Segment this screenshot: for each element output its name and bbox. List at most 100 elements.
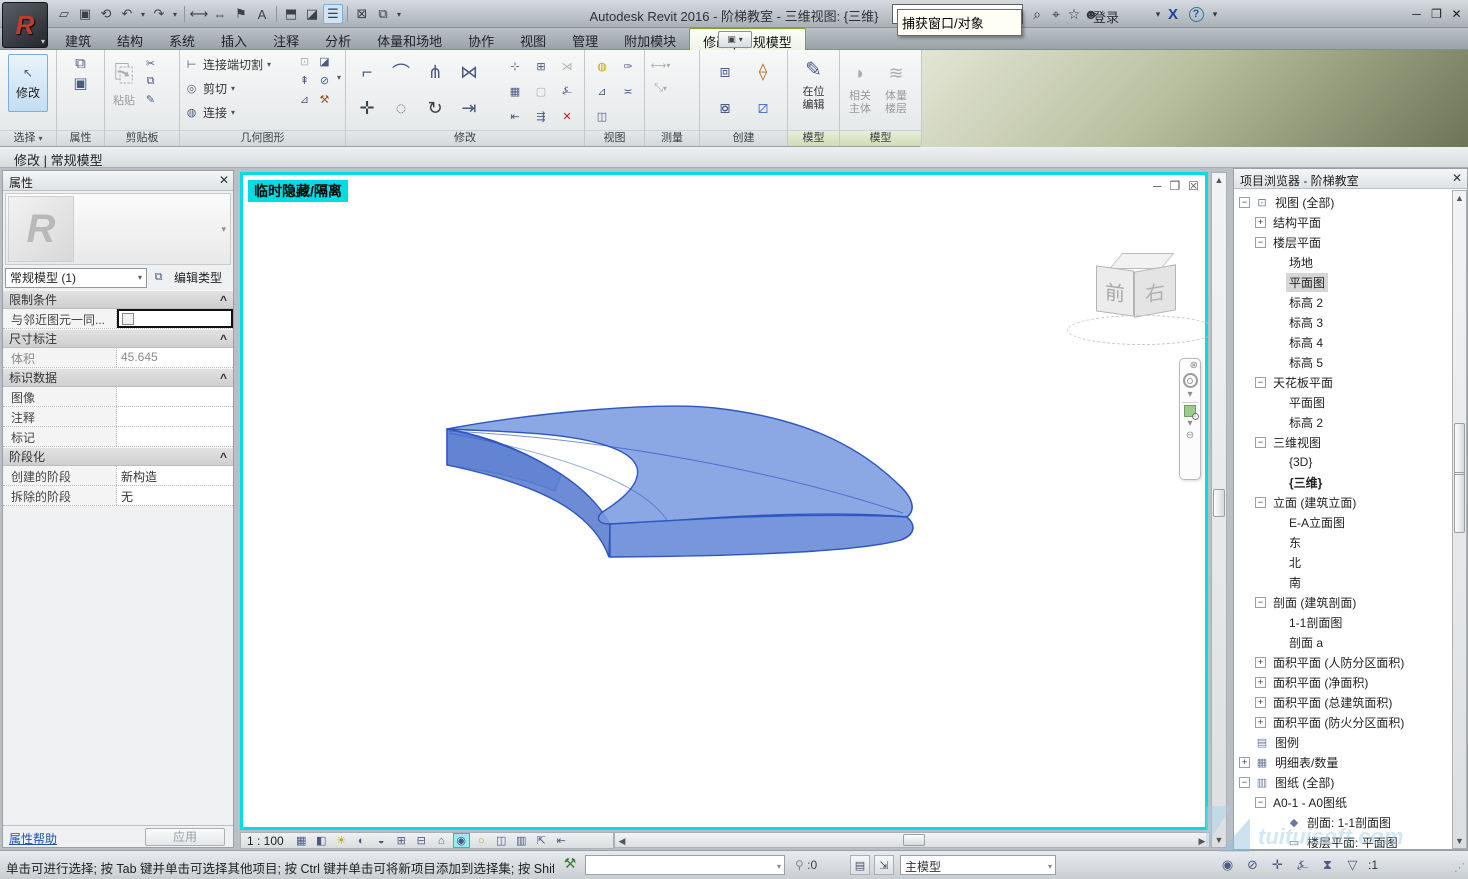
tree-item[interactable]: 标高 2 xyxy=(1235,412,1451,432)
tree-item-label[interactable]: 标高 3 xyxy=(1286,313,1326,332)
resize-grip[interactable]: ⋰ xyxy=(1454,861,1466,874)
tab-0[interactable]: 建筑 xyxy=(52,28,104,50)
mirror-pick-axis-icon[interactable]: ⋔ xyxy=(419,56,451,88)
collapse-icon[interactable]: − xyxy=(1255,497,1266,508)
trim-extend-icon[interactable]: ⇥ xyxy=(453,92,485,124)
tree-item[interactable]: 平面图 xyxy=(1235,272,1451,292)
delete-icon[interactable]: ✕ xyxy=(560,109,575,124)
tree-item-label[interactable]: 面积平面 (总建筑面积) xyxy=(1270,693,1395,712)
tree-item-label[interactable]: 剖面 (建筑剖面) xyxy=(1270,593,1359,612)
viewcube-front-face[interactable]: 前 xyxy=(1096,265,1134,316)
properties-help-link[interactable]: 属性帮助 xyxy=(9,830,57,847)
tab-5[interactable]: 分析 xyxy=(312,28,364,50)
tree-item-label[interactable]: 南 xyxy=(1286,573,1304,592)
view-scale-button[interactable]: 1 : 100 xyxy=(247,834,284,848)
rotate-icon[interactable]: ↻ xyxy=(419,92,451,124)
detail-level-icon[interactable]: ▦ xyxy=(293,833,310,848)
properties-palette-icon[interactable]: ⧉ xyxy=(73,55,89,71)
collapse-icon[interactable]: − xyxy=(1255,237,1266,248)
section-header-3[interactable]: 阶段化^ xyxy=(3,447,233,466)
sync-icon[interactable]: ⟲ xyxy=(96,4,116,24)
create-similar-icon[interactable]: ⟠ xyxy=(747,56,779,88)
active-workset-dropdown[interactable]: ▾ xyxy=(585,855,785,875)
tab-6[interactable]: 体量和场地 xyxy=(364,28,455,50)
paste-button[interactable]: ⎘ 粘贴 xyxy=(105,54,143,108)
move-icon[interactable]: ✛ xyxy=(351,92,383,124)
copy-element-icon[interactable]: ◌ xyxy=(385,92,417,124)
model-geometry[interactable] xyxy=(243,175,1205,827)
tree-item[interactable]: +面积平面 (人防分区面积) xyxy=(1235,652,1451,672)
customize-qat-icon[interactable]: ▾ xyxy=(394,4,404,24)
expand-icon[interactable]: + xyxy=(1255,677,1266,688)
scroll-up-icon[interactable]: ▲ xyxy=(1212,175,1226,185)
help-icon[interactable]: ? xyxy=(1186,4,1206,24)
render-icon[interactable]: ◒ xyxy=(373,833,390,848)
tree-item[interactable]: ▭楼层平面: 平面图 xyxy=(1235,832,1451,848)
measure-between-icon[interactable]: ⟷ ▾ xyxy=(653,58,668,73)
demolish-icon[interactable]: ⊘ xyxy=(317,73,332,88)
property-value[interactable] xyxy=(117,387,233,406)
tree-item-label[interactable]: 三维视图 xyxy=(1270,433,1324,452)
tree-item[interactable]: 剖面 a xyxy=(1235,632,1451,652)
hide-elements-icon[interactable]: ◍ xyxy=(595,59,610,74)
tree-item-label[interactable]: 明细表/数量 xyxy=(1272,753,1341,772)
tree-item-label[interactable]: {3D} xyxy=(1286,454,1315,470)
wall-joins-icon[interactable]: ⊡ xyxy=(297,54,312,69)
tab-7[interactable]: 协作 xyxy=(455,28,507,50)
pin-icon[interactable]: ⍼ xyxy=(1293,855,1312,874)
close-icon[interactable]: ✕ xyxy=(219,173,229,187)
tree-item[interactable]: 1-1剖面图 xyxy=(1235,612,1451,632)
search-icon[interactable]: ⌕ xyxy=(1027,4,1047,24)
split-element-icon[interactable]: ⊹ xyxy=(508,59,523,74)
tree-item-label[interactable]: 立面 (建筑立面) xyxy=(1270,493,1359,512)
redo-icon[interactable]: ↷ xyxy=(149,4,169,24)
navbar-collapse-icon[interactable]: ⊖ xyxy=(1186,431,1194,441)
tree-item-label[interactable]: 标高 4 xyxy=(1286,333,1326,352)
type-selector-dropdown[interactable]: 常规模型 (1)▾ xyxy=(5,268,147,288)
view-cube[interactable]: 前 右 xyxy=(1081,253,1201,343)
tree-item[interactable]: −▥图纸 (全部) xyxy=(1235,772,1451,792)
project-browser-header[interactable]: 项目浏览器 - 阶梯教室 ✕ xyxy=(1234,169,1467,189)
trim-single-icon[interactable]: ⇤ xyxy=(508,109,523,124)
create-assembly-icon[interactable]: ⧇ xyxy=(709,92,741,124)
expand-icon[interactable]: + xyxy=(1255,657,1266,668)
help-dropdown-icon[interactable]: ▾ xyxy=(1205,4,1225,24)
horizontal-scroll-thumb[interactable] xyxy=(903,834,925,846)
browser-scroll-thumb[interactable] xyxy=(1454,423,1465,533)
property-value[interactable]: 新构造 xyxy=(117,466,233,485)
tree-item[interactable]: −三维视图 xyxy=(1235,432,1451,452)
tree-item-label[interactable]: E-A立面图 xyxy=(1286,513,1348,532)
exclude-options-icon[interactable]: ⊘ xyxy=(1243,855,1262,874)
collapse-icon[interactable]: − xyxy=(1255,797,1266,808)
collapse-icon[interactable]: ^ xyxy=(220,332,227,346)
tree-item-label[interactable]: 标高 2 xyxy=(1286,293,1326,312)
measure-along-icon[interactable]: ⤡ ▾ xyxy=(653,81,668,96)
scroll-right-icon[interactable]: ▶ xyxy=(1197,836,1207,847)
tree-item[interactable]: −剖面 (建筑剖面) xyxy=(1235,592,1451,612)
cut-icon[interactable]: ✂ xyxy=(143,56,158,71)
tab-10[interactable]: 附加模块 xyxy=(611,28,689,50)
aligned-dimension-icon[interactable]: ⇔ xyxy=(210,4,230,24)
default-3d-view-icon[interactable]: ⬒ xyxy=(281,4,301,24)
undo-icon[interactable]: ↶ xyxy=(117,4,137,24)
temporary-hide-isolate-icon[interactable]: ◉ xyxy=(453,833,470,848)
scale-icon[interactable]: ▢ xyxy=(534,84,549,99)
analytical-model-icon[interactable]: ▥ xyxy=(513,833,530,848)
tab-8[interactable]: 视图 xyxy=(507,28,559,50)
properties-header[interactable]: 属性 ✕ xyxy=(3,171,233,191)
checkbox[interactable] xyxy=(122,313,134,325)
create-parts-icon[interactable]: ⧄ xyxy=(747,92,779,124)
close-inactive-windows-icon[interactable]: ⊠ xyxy=(352,4,372,24)
related-host-button[interactable]: ◗ 相关 主体 xyxy=(844,53,876,115)
zoom-tool-icon[interactable] xyxy=(1184,405,1196,417)
thin-lines-icon[interactable]: ☰ xyxy=(323,4,343,24)
tree-item[interactable]: 东 xyxy=(1235,532,1451,552)
section-header-1[interactable]: 尺寸标注^ xyxy=(3,329,233,348)
tree-item[interactable]: {3D} xyxy=(1235,452,1451,472)
beam-joins-icon[interactable]: ◪ xyxy=(317,54,332,69)
tree-item[interactable]: +面积平面 (总建筑面积) xyxy=(1235,692,1451,712)
tree-item-label[interactable]: 北 xyxy=(1286,553,1304,572)
text-icon[interactable]: A xyxy=(252,4,272,24)
browser-scrollbar[interactable]: ▲ ▼ xyxy=(1452,190,1467,849)
offset-icon[interactable]: ⌒ xyxy=(385,56,417,88)
